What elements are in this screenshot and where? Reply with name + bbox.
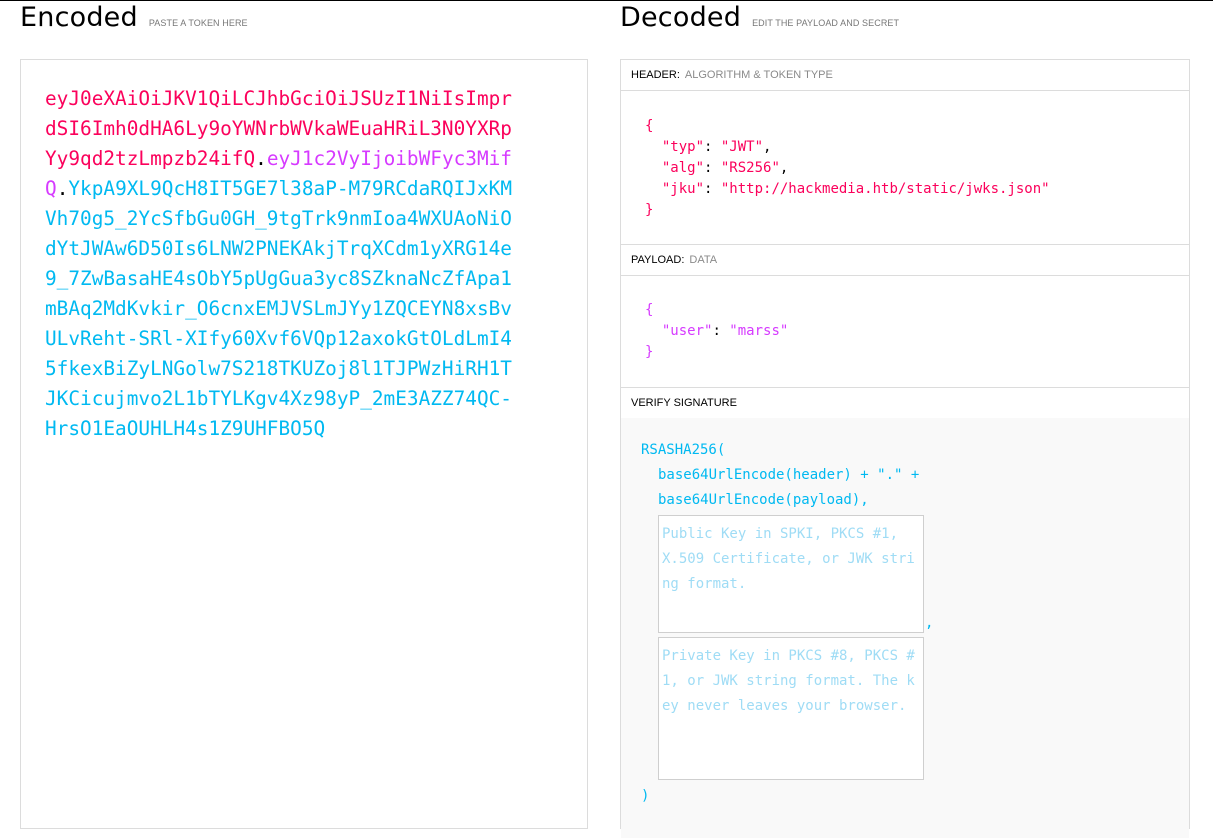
payload-section-title: PAYLOAD: DATA <box>621 245 1189 276</box>
header-open-brace: { <box>645 118 654 134</box>
encoded-title: Encoded <box>20 2 138 33</box>
verify-fn-open: RSASHA256( <box>641 442 726 458</box>
header-json[interactable]: { "typ": "JWT", "alg": "RS256", "jku": "… <box>645 116 1050 221</box>
encoded-token-editor[interactable]: eyJ0eXAiOiJKV1QiLCJhbGciOiJSUzI1NiIsImpr… <box>20 59 588 829</box>
verify-fn-close: ) <box>641 788 650 804</box>
encoded-subtitle: PASTE A TOKEN HERE <box>148 18 248 28</box>
token-dot-separator: . <box>255 147 267 170</box>
payload-open-brace: { <box>645 302 654 318</box>
public-key-input[interactable]: Public Key in SPKI, PKCS #1, X.509 Certi… <box>658 515 924 633</box>
header-jku-key: "jku" <box>661 181 705 197</box>
header-typ-key: "typ" <box>661 139 705 155</box>
header-section-desc: ALGORITHM & TOKEN TYPE <box>684 69 833 81</box>
payload-user-key: "user" <box>661 323 713 339</box>
verify-signature-body: RSASHA256( base64UrlEncode(header) + "."… <box>621 418 1189 838</box>
decoded-title: Decoded <box>620 2 742 33</box>
payload-section-label: PAYLOAD: <box>631 254 685 266</box>
header-json-editor[interactable]: { "typ": "JWT", "alg": "RS256", "jku": "… <box>621 91 1189 245</box>
verify-section-title: VERIFY SIGNATURE <box>621 388 1189 419</box>
verify-payload-expr: base64UrlEncode(payload), <box>658 492 869 508</box>
header-typ-value: "JWT" <box>720 139 764 155</box>
private-key-input[interactable]: Private Key in PKCS #8, PKCS #1, or JWK … <box>658 637 924 780</box>
verify-header-expr: base64UrlEncode(header) + "." + <box>658 467 920 483</box>
header-alg-key: "alg" <box>661 160 705 176</box>
encoded-token-text[interactable]: eyJ0eXAiOiJKV1QiLCJhbGciOiJSUzI1NiIsImpr… <box>45 84 517 444</box>
encoded-heading: Encoded PASTE A TOKEN HERE <box>20 2 248 33</box>
payload-close-brace: } <box>645 344 654 360</box>
payload-json[interactable]: { "user": "marss" } <box>645 300 788 363</box>
top-border <box>0 0 1213 1</box>
token-dot-separator: . <box>56 177 69 200</box>
decoded-panel: HEADER: ALGORITHM & TOKEN TYPE { "typ": … <box>620 59 1190 838</box>
header-section-title: HEADER: ALGORITHM & TOKEN TYPE <box>621 60 1189 91</box>
decoded-heading: Decoded EDIT THE PAYLOAD AND SECRET <box>620 2 899 33</box>
payload-section-desc: DATA <box>689 254 718 266</box>
payload-user-value: "marss" <box>729 323 789 339</box>
header-section-label: HEADER: <box>631 69 680 81</box>
header-close-brace: } <box>645 202 654 218</box>
verify-section-label: VERIFY SIGNATURE <box>631 397 737 409</box>
header-alg-value: "RS256" <box>720 160 780 176</box>
token-signature-part: YkpA9XL9QcH8IT5GE7l38aP-M79RCdaRQIJxKMVh… <box>45 177 512 440</box>
decoded-subtitle: EDIT THE PAYLOAD AND SECRET <box>752 18 900 28</box>
payload-json-editor[interactable]: { "user": "marss" } <box>621 276 1189 388</box>
header-jku-value: "http://hackmedia.htb/static/jwks.json" <box>720 181 1050 197</box>
verify-comma: , <box>925 615 934 631</box>
